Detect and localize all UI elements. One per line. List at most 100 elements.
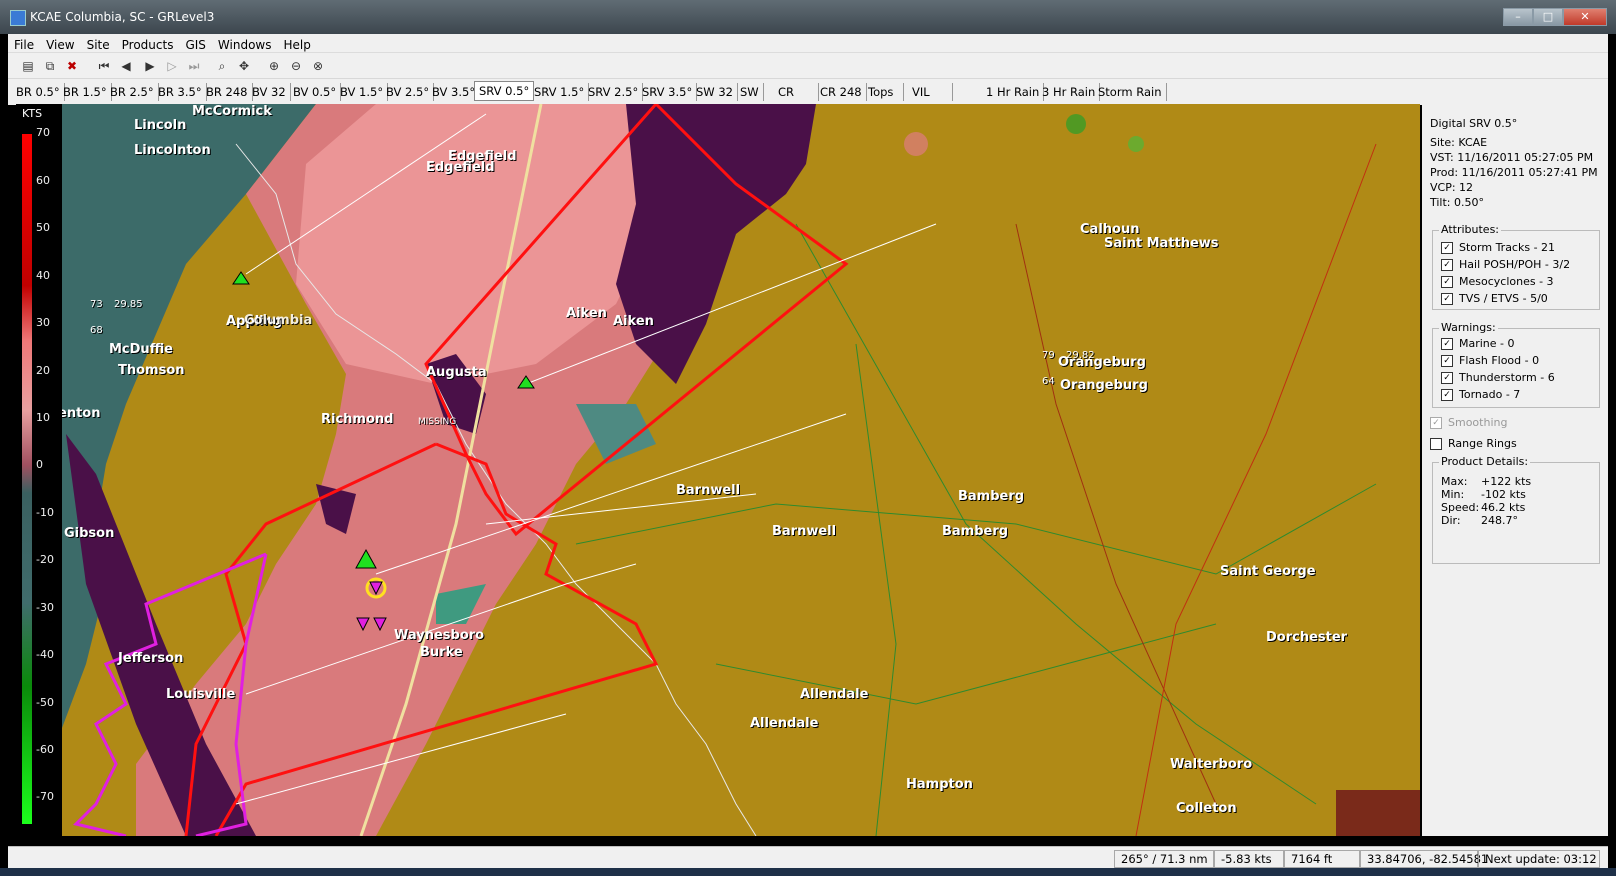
legend-tick: -70 xyxy=(36,790,54,803)
checkmark-icon[interactable]: ✓ xyxy=(1441,293,1453,305)
max-value: +122 kts xyxy=(1481,475,1532,488)
city-label: Saint George xyxy=(1220,564,1316,579)
first-frame-icon[interactable]: ⏮ xyxy=(96,58,112,74)
tilt-label: Tilt: xyxy=(1430,196,1451,209)
city-label: McDuffie xyxy=(109,342,174,357)
city-label: Aiken xyxy=(566,306,607,321)
close-button[interactable]: ✕ xyxy=(1563,8,1607,26)
prod-label: Prod: xyxy=(1430,166,1459,179)
tab-srv-2-5[interactable]: SRV 2.5° xyxy=(584,83,644,101)
city-label: Aiken xyxy=(613,314,654,329)
pan-icon[interactable]: ✥ xyxy=(236,58,252,74)
tab-cr-248[interactable]: CR 248 xyxy=(816,83,867,101)
tab-storm-rain[interactable]: Storm Rain xyxy=(1094,83,1167,101)
tab-vil[interactable]: VIL xyxy=(908,83,953,101)
tab-srv-0-5[interactable]: SRV 0.5° xyxy=(474,81,535,101)
step-back-icon[interactable]: ◀ xyxy=(118,58,134,74)
legend-tick: 10 xyxy=(36,411,50,424)
play-icon[interactable]: ▶ xyxy=(142,58,158,74)
app-icon xyxy=(10,10,26,26)
tab-tops[interactable]: Tops xyxy=(864,83,905,101)
tab-srv-1-5[interactable]: SRV 1.5° xyxy=(530,83,590,101)
legend-tick: 50 xyxy=(36,221,50,234)
mesocyclones-checkbox[interactable]: ✓ Mesocyclones - 3 xyxy=(1433,273,1599,290)
flash-flood-checkbox[interactable]: ✓ Flash Flood - 0 xyxy=(1433,352,1599,369)
max-label: Max: xyxy=(1441,475,1468,488)
checkmark-icon[interactable]: ✓ xyxy=(1441,259,1453,271)
hail-checkbox[interactable]: ✓ Hail POSH/POH - 3/2 xyxy=(1433,256,1599,273)
tab-br-2-5[interactable]: BR 2.5° xyxy=(106,83,159,101)
checkmark-icon[interactable]: ✓ xyxy=(1441,276,1453,288)
radar-map[interactable]: McCormick Lincoln Lincolnton Edgefield E… xyxy=(16,104,1420,836)
checkmark-icon[interactable]: ✓ xyxy=(1430,417,1442,429)
city-label: Edgefield xyxy=(426,160,495,175)
tab-1hr-rain[interactable]: 1 Hr Rain xyxy=(982,83,1045,101)
copy-icon[interactable]: ⧉ xyxy=(42,58,58,74)
menu-site[interactable]: Site xyxy=(81,37,116,52)
marine-checkbox[interactable]: ✓ Marine - 0 xyxy=(1433,335,1599,352)
checkmark-icon[interactable]: ✓ xyxy=(1441,242,1453,254)
city-label: enton xyxy=(58,406,101,421)
zoom-out-icon[interactable]: ⊖ xyxy=(288,58,304,74)
checkmark-icon[interactable]: ✓ xyxy=(1441,372,1453,384)
menu-windows[interactable]: Windows xyxy=(212,37,278,52)
product-details-group: Product Details: Max: +122 kts Min: -102 k… xyxy=(1432,455,1600,564)
city-label: Calhoun xyxy=(1080,222,1140,237)
checkmark-icon[interactable]: ✓ xyxy=(1441,389,1453,401)
vcp-value: 12 xyxy=(1459,181,1474,194)
city-label: Columbia xyxy=(244,313,313,328)
tab-srv-3-5[interactable]: SRV 3.5° xyxy=(638,83,698,101)
thunderstorm-checkbox[interactable]: ✓ Thunderstorm - 6 xyxy=(1433,369,1599,386)
tab-bv-3-5[interactable]: BV 3.5° xyxy=(428,83,481,101)
menu-products[interactable]: Products xyxy=(116,37,180,52)
attributes-group: Attributes: ✓ Storm Tracks - 21 ✓ Hail POS… xyxy=(1432,223,1600,310)
warnings-group: Warnings: ✓ Marine - 0 ✓ Flash Flood - 0 ✓… xyxy=(1432,321,1600,408)
delete-icon[interactable]: ✖ xyxy=(64,58,80,74)
tab-bv-1-5[interactable]: BV 1.5° xyxy=(336,83,389,101)
storm-tracks-checkbox[interactable]: ✓ Storm Tracks - 21 xyxy=(1433,239,1599,256)
city-label: Allendale xyxy=(750,716,819,731)
step-forward-icon[interactable]: ▷ xyxy=(164,58,180,74)
city-label: Hampton xyxy=(906,777,973,792)
tab-sw[interactable]: SW xyxy=(736,83,764,101)
menu-view[interactable]: View xyxy=(40,37,80,52)
city-label: McCormick xyxy=(192,104,272,119)
tab-br-3-5[interactable]: BR 3.5° xyxy=(154,83,207,101)
tvs-checkbox[interactable]: ✓ TVS / ETVS - 5/0 xyxy=(1433,290,1599,307)
maximize-button[interactable]: □ xyxy=(1533,8,1563,26)
zoom-in-icon[interactable]: ⊕ xyxy=(266,58,282,74)
tab-br-1-5[interactable]: BR 1.5° xyxy=(59,83,112,101)
tab-bv-32[interactable]: BV 32 xyxy=(248,83,291,101)
menu-gis[interactable]: GIS xyxy=(179,37,211,52)
zoom-reset-icon[interactable]: ⊗ xyxy=(310,58,326,74)
legend-tick: -10 xyxy=(36,506,54,519)
checkmark-icon[interactable]: ✓ xyxy=(1441,338,1453,350)
last-frame-icon[interactable]: ⏭ xyxy=(186,58,202,74)
status-next-update: Next update: 03:12 xyxy=(1478,850,1600,868)
tornado-checkbox[interactable]: ✓ Tornado - 7 xyxy=(1433,386,1599,403)
tab-bv-0-5[interactable]: BV 0.5° xyxy=(289,83,342,101)
tab-br-248[interactable]: BR 248 xyxy=(202,83,253,101)
legend-tick: 30 xyxy=(36,316,50,329)
vcp-label: VCP: xyxy=(1430,181,1456,194)
station-pressure: 29.82 xyxy=(1066,350,1095,361)
menu-help[interactable]: Help xyxy=(278,37,317,52)
tab-sw-32[interactable]: SW 32 xyxy=(692,83,738,101)
print-icon[interactable]: ▤ xyxy=(20,58,36,74)
zoom-icon[interactable]: ⌕ xyxy=(214,58,230,74)
legend-tick: -50 xyxy=(36,696,54,709)
speed-label: Speed: xyxy=(1441,501,1480,514)
smoothing-checkbox[interactable]: ✓ Smoothing xyxy=(1422,414,1608,431)
tab-3hr-rain[interactable]: 3 Hr Rain xyxy=(1038,83,1101,101)
range-rings-checkbox[interactable]: Range Rings xyxy=(1422,435,1608,452)
tab-cr[interactable]: CR xyxy=(774,83,820,101)
tab-br-0-5[interactable]: BR 0.5° xyxy=(12,83,65,101)
menu-file[interactable]: File xyxy=(8,37,40,52)
missing-label: MISSING xyxy=(418,417,457,427)
status-bearing: 265° / 71.3 nm xyxy=(1114,850,1214,868)
tab-bv-2-5[interactable]: BV 2.5° xyxy=(382,83,435,101)
checkmark-icon[interactable]: ✓ xyxy=(1441,355,1453,367)
prod-value: 11/16/2011 05:27:41 PM xyxy=(1461,166,1598,179)
minimize-button[interactable]: – xyxy=(1503,8,1533,26)
city-label: Bamberg xyxy=(958,489,1025,504)
